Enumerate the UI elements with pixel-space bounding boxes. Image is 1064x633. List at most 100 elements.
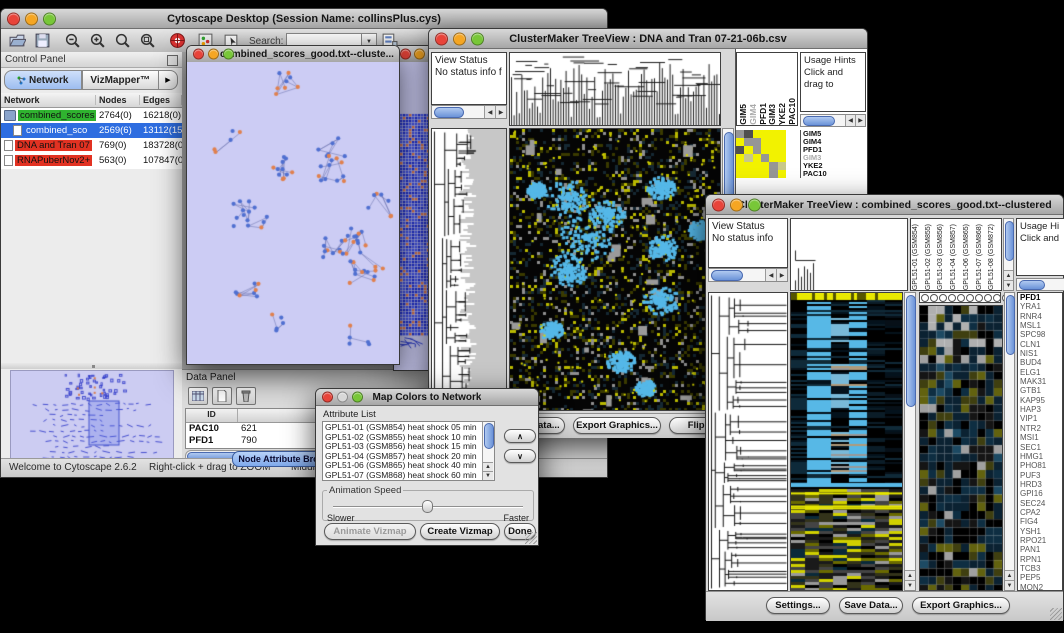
gene-label[interactable]: RNR4	[1020, 312, 1062, 321]
gene-label[interactable]: BUD4	[1020, 358, 1062, 367]
tv1-column-dendrogram[interactable]	[509, 52, 721, 126]
row-label[interactable]: PAC10	[803, 170, 844, 178]
zoom-icon[interactable]	[748, 198, 761, 211]
gene-label[interactable]: KAP95	[1020, 396, 1062, 405]
export-graphics-button[interactable]: Export Graphics...	[912, 597, 1010, 614]
minimize-icon[interactable]	[208, 49, 219, 60]
dialog-titlebar[interactable]: Map Colors to Network	[316, 389, 538, 406]
attribute-list[interactable]: GPL51-01 (GSM854) heat shock 05 minGPL51…	[322, 421, 495, 481]
column-label[interactable]: GPL51-03 (GSM856)	[937, 224, 950, 290]
scroll-up-icon[interactable]: ▲	[1005, 570, 1014, 580]
zoom-out-icon[interactable]	[64, 32, 81, 49]
gene-label[interactable]: HMG1	[1020, 452, 1062, 461]
main-titlebar[interactable]: Cytoscape Desktop (Session Name: collins…	[1, 9, 607, 29]
column-label[interactable]: GIM5	[738, 104, 748, 125]
tv2-column-dendrogram[interactable]	[790, 218, 908, 291]
network-list-row[interactable]: RNAPuberNov2+563(0)107847(0)	[1, 153, 182, 168]
export-graphics-button[interactable]: Export Graphics...	[573, 417, 661, 434]
net1-titlebar[interactable]: combined_scores_good.txt--cluste...	[187, 46, 399, 63]
scroll-up-icon[interactable]: ▲	[483, 462, 493, 471]
save-icon[interactable]	[34, 32, 51, 49]
close-icon[interactable]	[7, 12, 20, 25]
scroll-down-icon[interactable]: ▼	[905, 580, 915, 590]
close-icon[interactable]	[712, 198, 725, 211]
tv1-row-labels[interactable]: GIM5GIM4PFD1GIM3YKE2PAC10	[800, 130, 844, 178]
close-icon[interactable]	[400, 49, 411, 60]
gene-label[interactable]: YSH1	[1020, 527, 1062, 536]
gene-label[interactable]: HAP3	[1020, 405, 1062, 414]
tv2-genelist-vscrollbar[interactable]: ▲ ▼	[1004, 292, 1015, 591]
resize-grip[interactable]	[1050, 608, 1062, 620]
speed-slider-thumb[interactable]	[422, 500, 433, 513]
tv1-status-hscrollbar[interactable]: ◀ ▶	[431, 105, 507, 119]
scroll-up-icon[interactable]: ▲	[905, 570, 915, 580]
column-label[interactable]: PFD1	[758, 103, 768, 125]
network-list-row[interactable]: combined_sco2569(6)13112(15)	[1, 123, 182, 138]
gene-label[interactable]: NTR2	[1020, 424, 1062, 433]
scroll-right-icon[interactable]: ▶	[855, 115, 865, 126]
scroll-left-icon[interactable]: ◀	[484, 106, 495, 118]
network-list-header[interactable]: Network Nodes Edges	[1, 93, 182, 108]
scroll-right-icon[interactable]: ▶	[495, 106, 506, 118]
close-icon[interactable]	[322, 392, 333, 403]
column-label[interactable]: YKE2	[777, 103, 787, 125]
birdseye-view[interactable]	[10, 370, 174, 472]
attribute-table-icon[interactable]	[188, 387, 208, 405]
scroll-down-icon[interactable]: ▼	[1004, 280, 1013, 290]
scroll-left-icon[interactable]: ◀	[845, 115, 855, 126]
gene-label[interactable]: PEP5	[1020, 573, 1062, 582]
tv1-usage-hscrollbar[interactable]: ◀ ▶	[800, 114, 866, 127]
tab-network[interactable]: Network	[4, 70, 82, 90]
tv2-row-dendrogram[interactable]	[708, 292, 788, 591]
delete-attribute-icon[interactable]	[236, 387, 256, 405]
zoom-icon[interactable]	[471, 32, 484, 45]
close-icon[interactable]	[435, 32, 448, 45]
zoom-fit-icon[interactable]	[114, 32, 131, 49]
gene-label[interactable]: GTB1	[1020, 386, 1062, 395]
minimize-icon[interactable]	[25, 12, 38, 25]
column-label[interactable]: GPL51-04 (GSM857)	[950, 224, 963, 290]
gene-label[interactable]: PHO81	[1020, 461, 1062, 470]
minimize-icon[interactable]	[730, 198, 743, 211]
tv2-zoom-heatmap[interactable]	[919, 305, 1003, 591]
tv2-usage-hscrollbar[interactable]	[1016, 278, 1064, 291]
float-panel-icon[interactable]	[167, 55, 178, 66]
open-file-icon[interactable]	[9, 32, 26, 49]
gene-label[interactable]: MAK31	[1020, 377, 1062, 386]
tv2-collabel-vscrollbar[interactable]: ▲ ▼	[1003, 218, 1014, 291]
zoom-selected-icon[interactable]	[139, 32, 156, 49]
splitter-handle[interactable]	[1, 363, 182, 369]
scroll-thumb[interactable]	[906, 295, 916, 407]
column-label[interactable]: GPL51-08 (GSM872)	[988, 224, 1001, 290]
column-label[interactable]: GIM3	[767, 104, 777, 125]
settings-button[interactable]: Settings...	[766, 597, 830, 614]
minimize-icon[interactable]	[414, 49, 425, 60]
help-icon[interactable]	[169, 32, 186, 49]
gene-label[interactable]: RPN1	[1020, 555, 1062, 564]
gene-label[interactable]: FIG4	[1020, 517, 1062, 526]
scroll-thumb[interactable]	[803, 116, 835, 126]
tv1-heatmap[interactable]	[509, 128, 721, 411]
gene-label[interactable]: MSL1	[1020, 321, 1062, 330]
gene-label[interactable]: SEC1	[1020, 443, 1062, 452]
gene-label[interactable]: PFD1	[1020, 293, 1062, 302]
gene-label[interactable]: CPA2	[1020, 508, 1062, 517]
gene-label[interactable]: SEC24	[1020, 499, 1062, 508]
scroll-down-icon[interactable]: ▼	[483, 471, 493, 480]
attribute-list-vscrollbar[interactable]: ▲ ▼	[482, 422, 494, 480]
gene-label[interactable]: YRA1	[1020, 302, 1062, 311]
tv2-gene-list[interactable]: PFD1YRA1RNR4MSL1SPC98CLN1NIS1BUD4ELG1MAK…	[1017, 292, 1063, 591]
scroll-left-icon[interactable]: ◀	[765, 269, 776, 281]
tv2-heatmap-vscrollbar[interactable]: ▲ ▼	[904, 292, 916, 591]
gene-label[interactable]: CLN1	[1020, 340, 1062, 349]
create-vizmap-button[interactable]: Create Vizmap	[420, 523, 500, 540]
zoom-icon[interactable]	[352, 392, 363, 403]
column-label[interactable]: GPL51-07 (GSM868)	[976, 224, 989, 290]
network-list-row[interactable]: combined_scores2764(0)16218(0)	[1, 108, 182, 123]
save-data-button[interactable]: Save Data...	[839, 597, 903, 614]
tv1-row-dendrogram[interactable]	[431, 128, 507, 411]
gene-label[interactable]: MSI1	[1020, 433, 1062, 442]
tv1-column-labels[interactable]: GIM5GIM4PFD1GIM3YKE2PAC10	[736, 52, 798, 126]
resize-grip[interactable]	[525, 532, 537, 544]
gene-label[interactable]: HRD3	[1020, 480, 1062, 489]
